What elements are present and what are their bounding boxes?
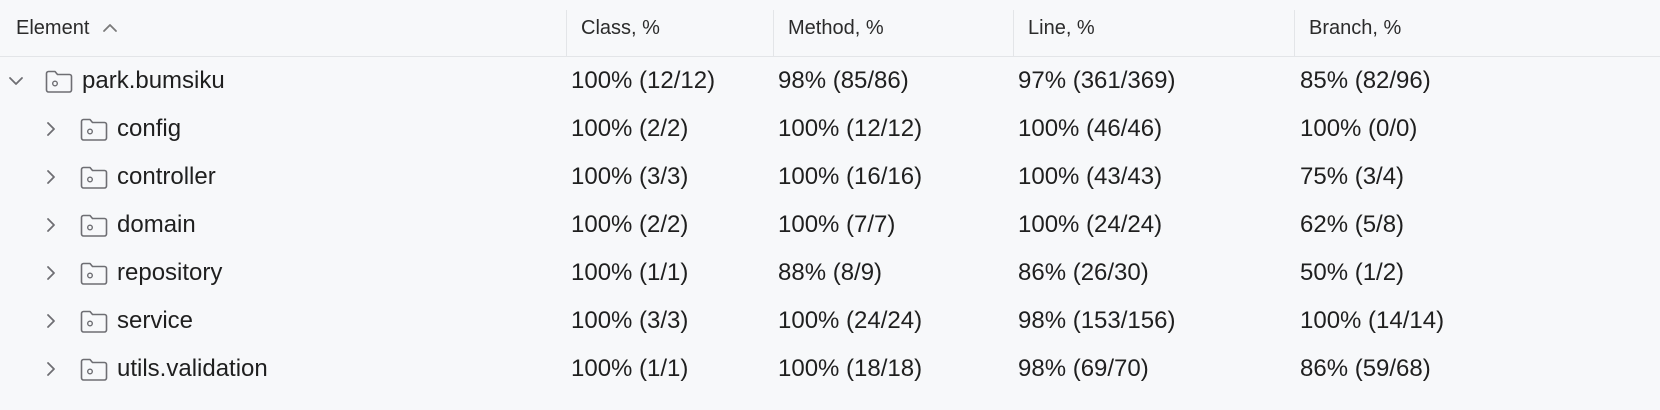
line-coverage: 100% (43/43) (1018, 163, 1163, 190)
table-row[interactable]: utils.validation 100% (1/1) 100% (18/18)… (0, 345, 1660, 393)
tree-node: park.bumsiku (6, 57, 225, 105)
chevron-right-icon[interactable] (41, 167, 61, 187)
class-coverage: 100% (1/1) (571, 355, 689, 382)
chevron-right-icon[interactable] (41, 215, 61, 235)
table-row[interactable]: controller 100% (3/3) 100% (16/16) 100% … (0, 153, 1660, 201)
package-name: park.bumsiku (82, 67, 225, 94)
package-folder-icon (80, 262, 108, 285)
class-coverage: 100% (2/2) (571, 115, 689, 142)
method-coverage: 100% (12/12) (778, 115, 923, 142)
column-divider[interactable] (773, 10, 774, 56)
table-row[interactable]: config 100% (2/2) 100% (12/12) 100% (46/… (0, 105, 1660, 153)
method-coverage: 100% (7/7) (778, 211, 896, 238)
column-divider[interactable] (1013, 10, 1014, 56)
column-header-method-label: Method, % (788, 16, 884, 39)
package-name: utils.validation (117, 355, 268, 382)
package-name: domain (117, 211, 196, 238)
class-coverage: 100% (12/12) (571, 67, 716, 94)
tree-node: repository (41, 249, 222, 297)
branch-coverage: 50% (1/2) (1300, 259, 1405, 286)
branch-coverage: 85% (82/96) (1300, 67, 1431, 94)
package-name: service (117, 307, 194, 334)
table-body: park.bumsiku 100% (12/12) 98% (85/86) 97… (0, 57, 1660, 393)
chevron-down-icon[interactable] (6, 71, 26, 91)
column-header-class-label: Class, % (581, 16, 660, 39)
column-header-method[interactable]: Method, % (788, 0, 884, 56)
tree-node: controller (41, 153, 216, 201)
method-coverage: 100% (24/24) (778, 307, 923, 334)
method-coverage: 100% (18/18) (778, 355, 923, 382)
package-folder-icon (80, 358, 108, 381)
chevron-right-icon[interactable] (41, 263, 61, 283)
column-header-class[interactable]: Class, % (581, 0, 660, 56)
branch-coverage: 100% (0/0) (1300, 115, 1418, 142)
package-name: repository (117, 259, 223, 286)
class-coverage: 100% (1/1) (571, 259, 689, 286)
column-divider[interactable] (1294, 10, 1295, 56)
column-divider[interactable] (566, 10, 567, 56)
class-coverage: 100% (2/2) (571, 211, 689, 238)
tree-node: utils.validation (41, 345, 268, 393)
line-coverage: 98% (69/70) (1018, 355, 1149, 382)
tree-node: domain (41, 201, 196, 249)
column-header-line-label: Line, % (1028, 16, 1095, 39)
package-folder-icon (80, 310, 108, 333)
class-coverage: 100% (3/3) (571, 307, 689, 334)
chevron-up-icon[interactable] (101, 19, 119, 37)
method-coverage: 88% (8/9) (778, 259, 883, 286)
column-header-element-label: Element (16, 16, 90, 39)
column-header-branch-label: Branch, % (1309, 16, 1402, 39)
branch-coverage: 100% (14/14) (1300, 307, 1445, 334)
line-coverage: 98% (153/156) (1018, 307, 1176, 334)
table-row[interactable]: park.bumsiku 100% (12/12) 98% (85/86) 97… (0, 57, 1660, 105)
package-name: controller (117, 163, 216, 190)
coverage-table: Element Class, % Method, % Line, % Branc… (0, 0, 1660, 410)
column-header-element[interactable]: Element (16, 0, 119, 56)
column-header-line[interactable]: Line, % (1028, 0, 1095, 56)
line-coverage: 97% (361/369) (1018, 67, 1176, 94)
method-coverage: 100% (16/16) (778, 163, 923, 190)
tree-node: service (41, 297, 193, 345)
line-coverage: 100% (24/24) (1018, 211, 1163, 238)
branch-coverage: 62% (5/8) (1300, 211, 1405, 238)
branch-coverage: 86% (59/68) (1300, 355, 1431, 382)
table-row[interactable]: service 100% (3/3) 100% (24/24) 98% (153… (0, 297, 1660, 345)
table-row[interactable]: repository 100% (1/1) 88% (8/9) 86% (26/… (0, 249, 1660, 297)
chevron-right-icon[interactable] (41, 119, 61, 139)
package-name: config (117, 115, 182, 142)
table-header: Element Class, % Method, % Line, % Branc… (0, 0, 1660, 57)
package-folder-icon (80, 214, 108, 237)
line-coverage: 100% (46/46) (1018, 115, 1163, 142)
branch-coverage: 75% (3/4) (1300, 163, 1405, 190)
tree-node: config (41, 105, 181, 153)
chevron-right-icon[interactable] (41, 359, 61, 379)
package-folder-icon (80, 166, 108, 189)
column-header-branch[interactable]: Branch, % (1309, 0, 1401, 56)
chevron-right-icon[interactable] (41, 311, 61, 331)
method-coverage: 98% (85/86) (778, 67, 909, 94)
class-coverage: 100% (3/3) (571, 163, 689, 190)
line-coverage: 86% (26/30) (1018, 259, 1149, 286)
table-row[interactable]: domain 100% (2/2) 100% (7/7) 100% (24/24… (0, 201, 1660, 249)
package-folder-icon (45, 70, 73, 93)
package-folder-icon (80, 118, 108, 141)
